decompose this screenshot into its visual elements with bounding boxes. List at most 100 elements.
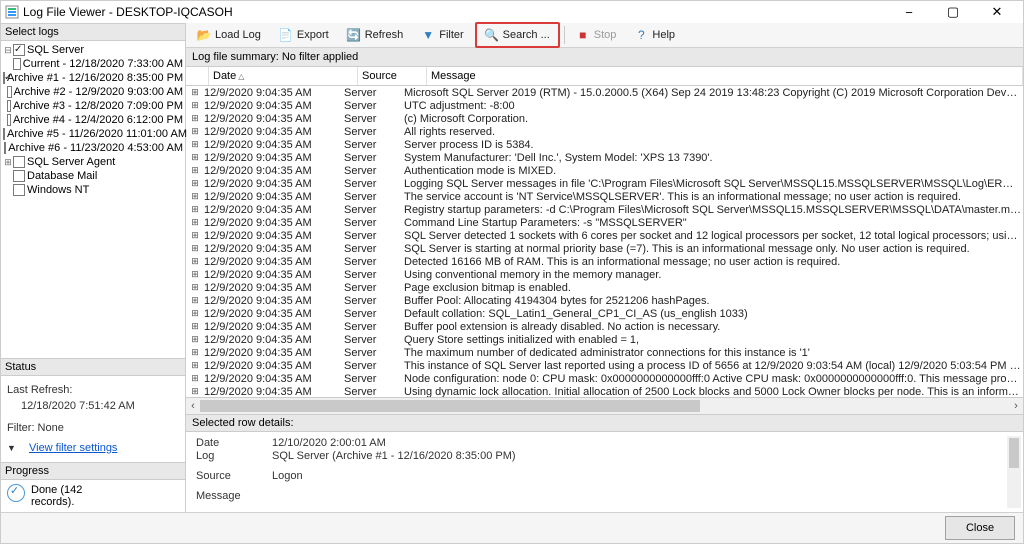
expand-row-icon[interactable]: ⊞ (188, 178, 202, 189)
log-row[interactable]: ⊞12/9/2020 9:04:35 AMServerUsing convent… (186, 268, 1023, 281)
expand-row-icon[interactable]: ⊞ (188, 204, 202, 215)
dbmail-checkbox[interactable] (13, 170, 25, 182)
log-row[interactable]: ⊞12/9/2020 9:04:35 AMServerSystem Manufa… (186, 151, 1023, 164)
archive-item[interactable]: Archive #3 - 12/8/2020 7:09:00 PM (13, 99, 183, 113)
expand-row-icon[interactable]: ⊞ (188, 165, 202, 176)
log-tree[interactable]: ⊟ SQL Server Current - 12/18/2020 7:33:0… (1, 41, 185, 199)
details-scrollbar[interactable] (1007, 436, 1021, 508)
sqlagent-node[interactable]: SQL Server Agent (27, 155, 115, 169)
archive-item[interactable]: Current - 12/18/2020 7:33:00 AM (23, 57, 183, 71)
maximize-button[interactable]: ▢ (931, 1, 975, 23)
expand-row-icon[interactable]: ⊞ (188, 308, 202, 319)
horizontal-scrollbar[interactable]: ‹ › (186, 397, 1023, 414)
load-log-button[interactable]: 📂 Load Log (190, 25, 268, 45)
log-row[interactable]: ⊞12/9/2020 9:04:35 AMServerNode configur… (186, 372, 1023, 385)
col-date[interactable]: Date△ (209, 67, 358, 85)
log-row[interactable]: ⊞12/9/2020 9:04:35 AMServer(c) Microsoft… (186, 112, 1023, 125)
log-grid[interactable]: ⊞12/9/2020 9:04:35 AMServerMicrosoft SQL… (186, 86, 1023, 397)
expand-row-icon[interactable]: ⊞ (188, 269, 202, 280)
winnt-node[interactable]: Windows NT (27, 183, 89, 197)
log-row[interactable]: ⊞12/9/2020 9:04:35 AMServerDetected 1616… (186, 255, 1023, 268)
expand-row-icon[interactable]: ⊞ (188, 87, 202, 98)
log-row[interactable]: ⊞12/9/2020 9:04:35 AMServerBuffer Pool: … (186, 294, 1023, 307)
sqlserver-node[interactable]: SQL Server (27, 43, 84, 57)
expand-row-icon[interactable]: ⊞ (188, 139, 202, 150)
expand-row-icon[interactable]: ⊞ (188, 230, 202, 241)
progress-panel: Done (142 records). (1, 480, 185, 512)
close-button[interactable]: Close (945, 516, 1015, 540)
log-row[interactable]: ⊞12/9/2020 9:04:35 AMServerBuffer pool e… (186, 320, 1023, 333)
archive-item[interactable]: Archive #5 - 11/26/2020 11:01:00 AM (7, 127, 187, 141)
expand-row-icon[interactable]: ⊞ (188, 282, 202, 293)
expand-row-icon[interactable]: ⊞ (188, 152, 202, 163)
log-row[interactable]: ⊞12/9/2020 9:04:35 AMServerThis instance… (186, 359, 1023, 372)
archive-checkbox[interactable] (7, 100, 11, 112)
log-row[interactable]: ⊞12/9/2020 9:04:35 AMServerServer proces… (186, 138, 1023, 151)
log-row[interactable]: ⊞12/9/2020 9:04:35 AMServerAll rights re… (186, 125, 1023, 138)
row-date: 12/9/2020 9:04:35 AM (202, 295, 344, 307)
expand-row-icon[interactable]: ⊞ (188, 347, 202, 358)
expand-row-icon[interactable]: ⊞ (188, 243, 202, 254)
log-row[interactable]: ⊞12/9/2020 9:04:35 AMServerUTC adjustmen… (186, 99, 1023, 112)
archive-checkbox[interactable] (3, 72, 5, 84)
log-row[interactable]: ⊞12/9/2020 9:04:35 AMServerThe maximum n… (186, 346, 1023, 359)
dbmail-node[interactable]: Database Mail (27, 169, 97, 183)
log-row[interactable]: ⊞12/9/2020 9:04:35 AMServerAuthenticatio… (186, 164, 1023, 177)
scroll-left-icon[interactable]: ‹ (186, 398, 200, 414)
view-filter-link[interactable]: View filter settings (29, 442, 117, 454)
help-button[interactable]: ? Help (627, 25, 682, 45)
archive-item[interactable]: Archive #4 - 12/4/2020 6:12:00 PM (13, 113, 183, 127)
expand-row-icon[interactable]: ⊞ (188, 321, 202, 332)
col-source[interactable]: Source (358, 67, 427, 85)
expand-row-icon[interactable]: ⊞ (188, 360, 202, 371)
expand-row-icon[interactable]: ⊞ (188, 295, 202, 306)
archive-item[interactable]: Archive #1 - 12/16/2020 8:35:00 PM (7, 71, 183, 85)
left-panel: Select logs ⊟ SQL Server Current - 12/18… (1, 23, 186, 512)
filter-button[interactable]: ▼ Filter (414, 25, 470, 45)
log-row[interactable]: ⊞12/9/2020 9:04:35 AMServerLogging SQL S… (186, 177, 1023, 190)
archive-checkbox[interactable] (7, 86, 11, 98)
expand-row-icon[interactable]: ⊞ (188, 191, 202, 202)
log-row[interactable]: ⊞12/9/2020 9:04:35 AMServerRegistry star… (186, 203, 1023, 216)
row-date: 12/9/2020 9:04:35 AM (202, 230, 344, 242)
archive-item[interactable]: Archive #6 - 11/23/2020 4:53:00 AM (8, 141, 183, 155)
expand-row-icon[interactable]: ⊞ (188, 386, 202, 397)
expand-row-icon[interactable]: ⊞ (188, 113, 202, 124)
expand-icon[interactable]: ⊞ (3, 155, 13, 169)
log-row[interactable]: ⊞12/9/2020 9:04:35 AMServerSQL Server is… (186, 242, 1023, 255)
log-row[interactable]: ⊞12/9/2020 9:04:35 AMServerSQL Server de… (186, 229, 1023, 242)
row-source: Server (344, 152, 404, 164)
log-row[interactable]: ⊞12/9/2020 9:04:35 AMServerMicrosoft SQL… (186, 86, 1023, 99)
minimize-button[interactable]: − (887, 1, 931, 23)
log-row[interactable]: ⊞12/9/2020 9:04:35 AMServerCommand Line … (186, 216, 1023, 229)
archive-checkbox[interactable] (13, 58, 21, 70)
expand-row-icon[interactable]: ⊞ (188, 334, 202, 345)
log-row[interactable]: ⊞12/9/2020 9:04:35 AMServerThe service a… (186, 190, 1023, 203)
close-window-button[interactable]: ✕ (975, 1, 1019, 23)
expand-row-icon[interactable]: ⊞ (188, 126, 202, 137)
scroll-right-icon[interactable]: › (1009, 398, 1023, 414)
archive-checkbox[interactable] (4, 142, 6, 154)
archive-item[interactable]: Archive #2 - 12/9/2020 9:03:00 AM (14, 85, 183, 99)
log-row[interactable]: ⊞12/9/2020 9:04:35 AMServerPage exclusio… (186, 281, 1023, 294)
refresh-button[interactable]: 🔄 Refresh (340, 25, 411, 45)
log-row[interactable]: ⊞12/9/2020 9:04:35 AMServerUsing dynamic… (186, 385, 1023, 397)
collapse-icon[interactable]: ⊟ (3, 43, 13, 57)
winnt-checkbox[interactable] (13, 184, 25, 196)
expand-row-icon[interactable]: ⊞ (188, 373, 202, 384)
expand-row-icon[interactable]: ⊞ (188, 256, 202, 267)
export-button[interactable]: 📄 Export (272, 25, 336, 45)
details-scroll-thumb[interactable] (1009, 438, 1019, 468)
sqlserver-checkbox[interactable] (13, 44, 25, 56)
log-row[interactable]: ⊞12/9/2020 9:04:35 AMServerQuery Store s… (186, 333, 1023, 346)
expand-row-icon[interactable]: ⊞ (188, 100, 202, 111)
archive-checkbox[interactable] (7, 114, 11, 126)
row-message: Server process ID is 5384. (404, 139, 1021, 151)
col-message[interactable]: Message (427, 67, 1023, 85)
log-row[interactable]: ⊞12/9/2020 9:04:35 AMServerDefault colla… (186, 307, 1023, 320)
sqlagent-checkbox[interactable] (13, 156, 25, 168)
expand-row-icon[interactable]: ⊞ (188, 217, 202, 228)
scrollbar-thumb[interactable] (200, 400, 700, 412)
archive-checkbox[interactable] (3, 128, 5, 140)
search-button[interactable]: 🔍 Search ... (478, 25, 557, 45)
